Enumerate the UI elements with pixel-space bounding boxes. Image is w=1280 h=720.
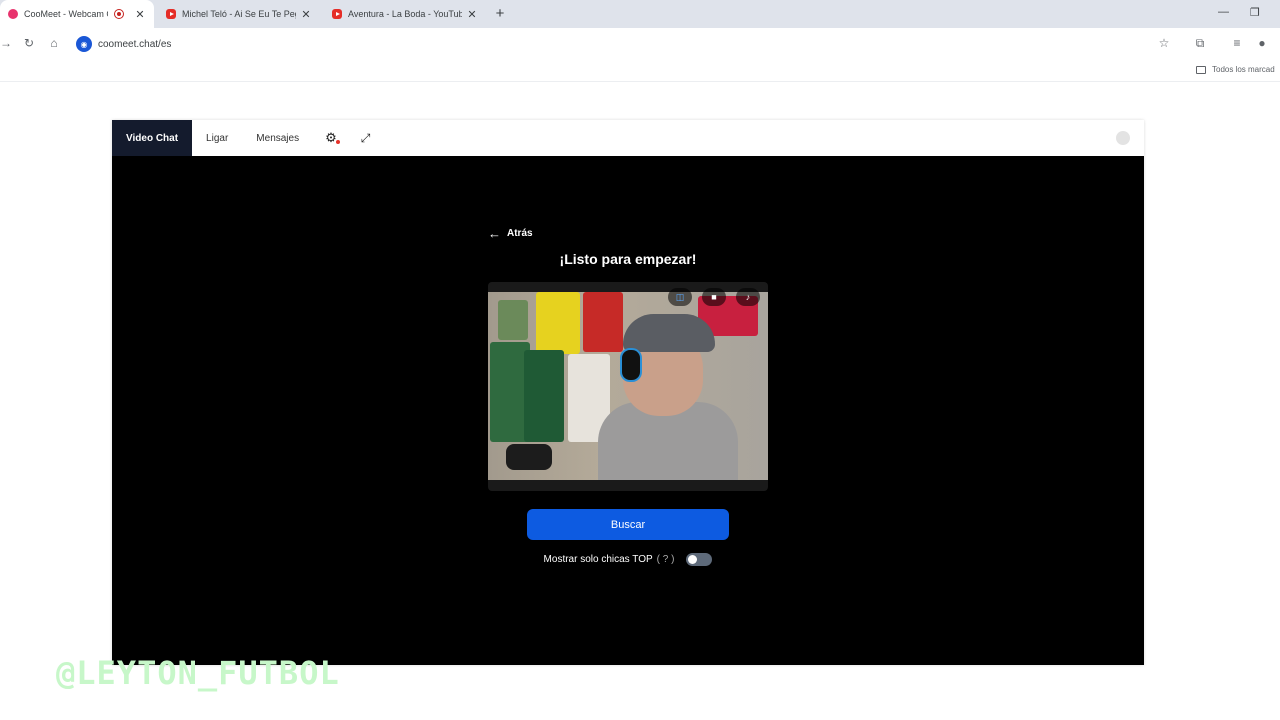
bookmark-star-icon[interactable]: ☆ bbox=[1156, 36, 1172, 50]
nav-ligar[interactable]: Ligar bbox=[192, 120, 242, 156]
switch-knob bbox=[688, 555, 698, 564]
webcam-preview: ◫ ■ ♪ bbox=[488, 282, 768, 491]
nav-mensajes[interactable]: Mensajes bbox=[242, 120, 313, 156]
tab-title: Michel Teló - Ai Se Eu Te Pego bbox=[182, 9, 296, 19]
close-tab-icon[interactable]: ✕ bbox=[134, 8, 146, 21]
video-chat-app: Video Chat Ligar Mensajes ⚙ ⤢ ← Atrás ¡L… bbox=[112, 120, 1144, 665]
settings-gear-icon[interactable]: ⚙ bbox=[313, 130, 349, 146]
watermark-text: @LEYTON_FUTBOL bbox=[56, 654, 340, 692]
help-link[interactable]: ( ? ) bbox=[657, 554, 675, 565]
reload-icon[interactable]: ↻ bbox=[21, 36, 37, 50]
close-tab-icon[interactable]: ✕ bbox=[300, 8, 312, 21]
close-tab-icon[interactable]: ✕ bbox=[466, 8, 478, 21]
site-info-icon[interactable]: ◉ bbox=[76, 36, 92, 52]
url-text[interactable]: coomeet.chat/es bbox=[98, 39, 171, 50]
tab-michel-telo[interactable]: Michel Teló - Ai Se Eu Te Pego ✕ bbox=[158, 0, 320, 28]
media-control-icon[interactable]: ≡ bbox=[1229, 36, 1245, 50]
all-bookmarks[interactable]: Todos los marcad bbox=[1196, 65, 1275, 74]
camera-controls: ◫ ■ ♪ bbox=[668, 288, 760, 306]
forward-icon[interactable]: → bbox=[0, 36, 14, 50]
bookmarks-bar: Todos los marcad bbox=[0, 60, 1280, 82]
browser-tab-bar: CooMeet - Webcam Chat c ✕ Michel Teló - … bbox=[0, 0, 1280, 28]
minimize-icon[interactable]: — bbox=[1218, 6, 1229, 18]
user-avatar[interactable] bbox=[1116, 131, 1130, 145]
notification-dot bbox=[335, 140, 340, 144]
tab-aventura[interactable]: Aventura - La Boda - YouTube ✕ bbox=[324, 0, 486, 28]
address-bar[interactable]: ◉ coomeet.chat/es bbox=[72, 32, 1182, 56]
webcam-feed bbox=[488, 292, 768, 480]
video-camera-icon[interactable]: ■ bbox=[702, 288, 726, 306]
mirror-icon[interactable]: ◫ bbox=[668, 288, 692, 306]
top-girls-switch[interactable] bbox=[686, 553, 713, 566]
extensions-icon[interactable]: ⧉ bbox=[1192, 36, 1208, 51]
restore-icon[interactable]: ❐ bbox=[1250, 6, 1260, 19]
arrow-left-icon: ← bbox=[488, 226, 501, 241]
home-icon[interactable]: ⌂ bbox=[46, 36, 62, 50]
browser-toolbar: → ↻ ⌂ ◉ coomeet.chat/es ☆ ⧉ ≡ ● bbox=[0, 28, 1280, 60]
tab-title: Aventura - La Boda - YouTube bbox=[348, 9, 462, 19]
top-girls-toggle-row: Mostrar solo chicas TOP ( ? ) bbox=[488, 553, 768, 566]
new-tab-icon[interactable]: + bbox=[492, 5, 508, 22]
profile-avatar-icon[interactable]: ● bbox=[1254, 36, 1270, 50]
coomeet-icon bbox=[8, 9, 18, 19]
ready-heading: ¡Listo para empezar! bbox=[559, 251, 697, 267]
folder-icon bbox=[1196, 65, 1206, 74]
tab-title: CooMeet - Webcam Chat c bbox=[24, 9, 108, 19]
tab-coomeet[interactable]: CooMeet - Webcam Chat c ✕ bbox=[0, 0, 154, 28]
headset bbox=[620, 348, 642, 382]
back-button[interactable]: ← Atrás bbox=[488, 226, 533, 241]
youtube-icon bbox=[166, 9, 176, 19]
top-nav: Video Chat Ligar Mensajes ⚙ ⤢ bbox=[112, 120, 1144, 156]
fullscreen-icon[interactable]: ⤢ bbox=[349, 131, 383, 146]
search-button[interactable]: Buscar bbox=[527, 509, 729, 540]
microphone-icon[interactable]: ♪ bbox=[736, 288, 760, 306]
video-stage: ← Atrás ¡Listo para empezar! ◫ ■ ♪ Busca… bbox=[112, 156, 1144, 665]
toggle-label: Mostrar solo chicas TOP bbox=[543, 554, 653, 565]
youtube-icon bbox=[332, 9, 342, 19]
all-bookmarks-label: Todos los marcad bbox=[1212, 65, 1275, 74]
recording-icon bbox=[114, 9, 124, 19]
back-label: Atrás bbox=[507, 228, 533, 239]
nav-video-chat[interactable]: Video Chat bbox=[112, 120, 193, 156]
